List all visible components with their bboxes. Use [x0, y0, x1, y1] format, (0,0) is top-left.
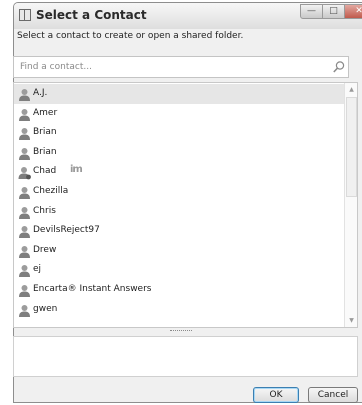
- windows-live-messenger-icon: im: [70, 164, 83, 176]
- contact-icon: [18, 87, 31, 101]
- contact-row[interactable]: A.J.: [14, 84, 344, 104]
- minimize-button[interactable]: —: [300, 4, 323, 19]
- title-bar[interactable]: Select a Contact — □ ✕: [14, 3, 362, 29]
- contact-icon: [18, 224, 31, 239]
- scrollbar[interactable]: ▲ ▼: [344, 83, 357, 327]
- splitter-grip[interactable]: [170, 330, 192, 333]
- contact-name: Brian: [33, 127, 57, 138]
- contact-icon: [18, 185, 31, 199]
- maximize-button[interactable]: □: [322, 4, 345, 19]
- window-title: Select a Contact: [36, 8, 147, 22]
- search-input[interactable]: [20, 57, 310, 77]
- contact-row[interactable]: Brian: [14, 143, 344, 163]
- contact-name: DevilsReject97: [33, 225, 100, 236]
- contact-name: Chris: [33, 205, 56, 216]
- close-button[interactable]: ✕: [344, 4, 362, 19]
- contact-icon: [18, 205, 31, 219]
- contact-search-box[interactable]: [13, 56, 349, 78]
- contact-icon: [18, 107, 31, 121]
- contact-icon: [18, 146, 31, 160]
- contact-row[interactable]: Brian: [14, 123, 344, 143]
- contact-icon: [18, 126, 31, 141]
- scroll-down-arrow-icon[interactable]: ▼: [345, 314, 357, 327]
- details-pane: [13, 336, 358, 377]
- contact-row[interactable]: ej: [14, 260, 344, 280]
- contact-row[interactable]: Chezilla: [14, 182, 344, 202]
- contact-name: Brian: [33, 146, 57, 157]
- contact-name: Chad: [33, 166, 57, 177]
- pane-splitter[interactable]: [13, 329, 349, 335]
- window-icon: [19, 9, 31, 21]
- scroll-thumb[interactable]: [346, 97, 357, 197]
- contact-name: Drew: [33, 244, 57, 255]
- contact-icon: [18, 303, 31, 317]
- contact-name: A.J.: [33, 88, 48, 98]
- contact-row[interactable]: gwen: [14, 300, 344, 320]
- contact-row[interactable]: Encarta® Instant Answers: [14, 280, 344, 300]
- contact-icon: [18, 244, 31, 258]
- cancel-button[interactable]: Cancel: [308, 387, 358, 403]
- contact-icon: [18, 263, 31, 278]
- contact-name: Amer: [33, 107, 58, 118]
- contact-icon: [18, 283, 31, 297]
- scroll-up-arrow-icon[interactable]: ▲: [345, 83, 357, 96]
- contact-name: Encarta® Instant Answers: [33, 284, 152, 294]
- contact-online-icon: [18, 165, 31, 180]
- contact-list[interactable]: gwen Encarta® Instant Answers ej Drew Devils…: [13, 82, 358, 328]
- ok-button[interactable]: OK: [253, 387, 299, 403]
- contact-row[interactable]: Chad im: [14, 162, 344, 182]
- contact-name: ej: [33, 264, 42, 275]
- search-icon[interactable]: [332, 60, 346, 74]
- contact-row[interactable]: DevilsReject97: [14, 221, 344, 241]
- contact-name: Chezilla: [33, 186, 69, 196]
- instruction-text: Select a contact to create or open a sha…: [17, 31, 244, 41]
- contact-name: gwen: [33, 303, 58, 314]
- contact-row[interactable]: Drew: [14, 241, 344, 261]
- contact-row[interactable]: Chris: [14, 202, 344, 222]
- contact-row[interactable]: Amer: [14, 104, 344, 124]
